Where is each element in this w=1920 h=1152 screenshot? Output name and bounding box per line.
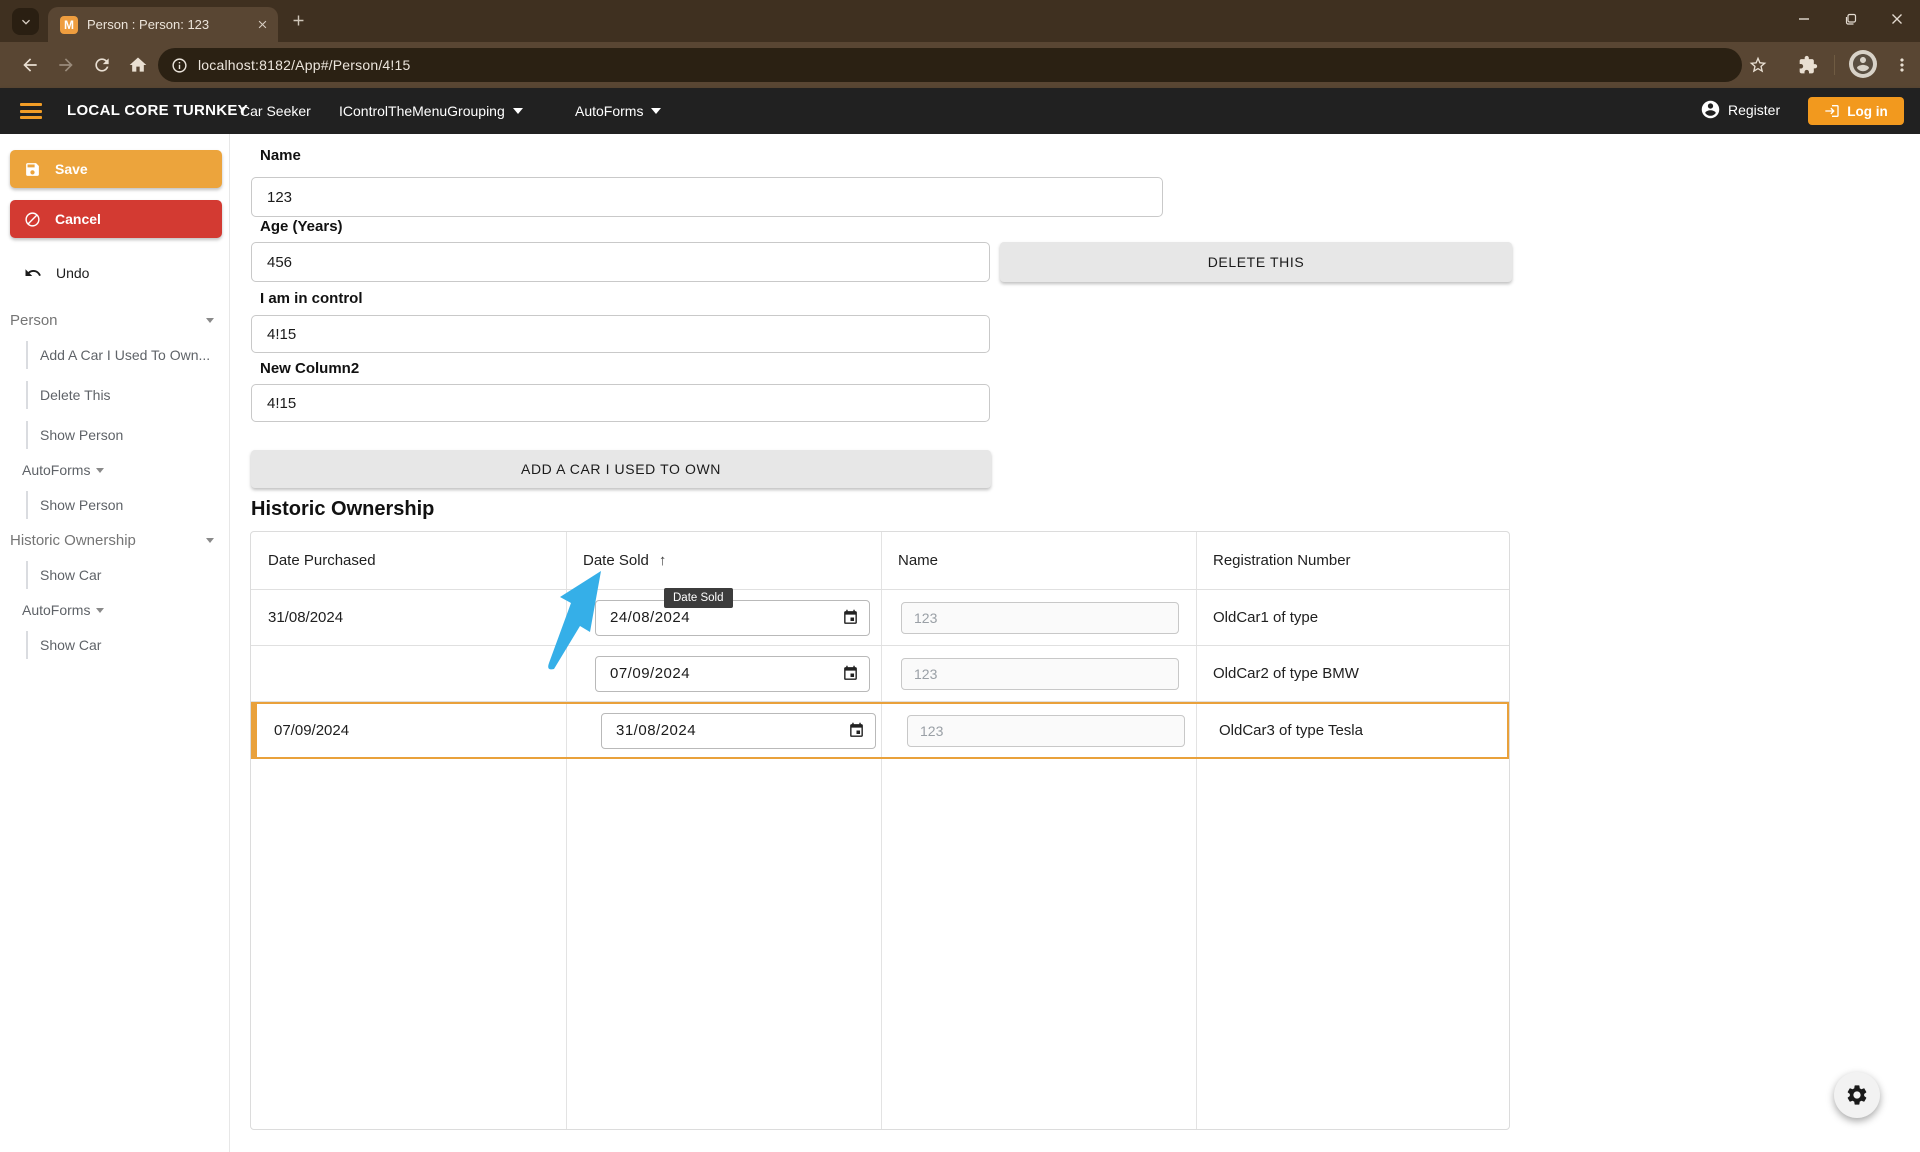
new-column2-label: New Column2 [260, 360, 359, 380]
undo-icon [24, 264, 42, 282]
collapse-caret-icon [206, 538, 214, 543]
toolbar-divider [1834, 55, 1835, 75]
header-date-purchased[interactable]: Date Purchased [251, 552, 566, 569]
delete-this-button[interactable]: DELETE THIS [1000, 242, 1512, 282]
save-button[interactable]: Save [10, 150, 222, 188]
browser-menu-icon[interactable] [1892, 55, 1912, 75]
sidebar-group-autoforms-1[interactable]: AutoForms [22, 456, 104, 484]
nav-item-autoforms[interactable]: AutoForms [575, 103, 661, 119]
cell-date-purchased: 07/09/2024 [257, 722, 572, 739]
tab-close-icon[interactable] [256, 18, 269, 31]
collapse-caret-icon [96, 468, 104, 473]
sidebar-section-person[interactable]: Person [10, 306, 222, 334]
window-maximize-button[interactable] [1836, 6, 1866, 32]
main-content: Name Age (Years) DELETE THIS I am in con… [230, 134, 1920, 1152]
historic-ownership-heading: Historic Ownership [251, 498, 434, 521]
name-cell-input[interactable] [907, 715, 1185, 747]
i-am-in-control-label: I am in control [260, 290, 363, 310]
nav-item-icontrolthemenugrouping[interactable]: IControlTheMenuGrouping [339, 103, 523, 119]
age-field[interactable] [251, 242, 990, 282]
cell-registration: OldCar3 of type Tesla [1202, 722, 1510, 739]
login-icon [1824, 103, 1840, 119]
table-row: OldCar2 of type BMW [251, 646, 1509, 702]
close-icon [1891, 13, 1903, 25]
table-row-selected: 07/09/2024 OldCar3 of type Tesla [251, 702, 1509, 759]
sidebar: Save Cancel Undo Person Add A Car I Used… [0, 134, 230, 1152]
undo-button[interactable]: Undo [10, 258, 222, 288]
name-cell-input[interactable] [901, 658, 1179, 690]
login-button[interactable]: Log in [1808, 97, 1904, 125]
cell-registration: OldCar1 of type [1196, 609, 1510, 626]
sidebar-group-autoforms-2[interactable]: AutoForms [22, 596, 104, 624]
date-sold-input[interactable] [601, 713, 876, 749]
browser-toolbar: localhost:8182/App#/Person/4!15 [0, 42, 1920, 88]
chevron-down-icon [18, 14, 34, 30]
tab-favicon: M [60, 16, 78, 34]
add-a-car-button[interactable]: ADD A CAR I USED TO OWN [251, 450, 991, 488]
name-label: Name [260, 147, 301, 167]
collapse-caret-icon [206, 318, 214, 323]
home-button[interactable] [128, 55, 148, 75]
header-registration-number[interactable]: Registration Number [1196, 552, 1510, 569]
forward-button[interactable] [56, 55, 76, 75]
account-icon [1700, 99, 1721, 120]
url-text: localhost:8182/App#/Person/4!15 [198, 57, 410, 73]
site-info-icon[interactable] [171, 57, 188, 74]
app-navbar: LOCAL CORE TURNKEY Car Seeker IControlTh… [0, 88, 1920, 134]
cancel-button[interactable]: Cancel [10, 200, 222, 238]
cell-registration: OldCar2 of type BMW [1196, 665, 1510, 682]
back-button[interactable] [20, 55, 40, 75]
header-name[interactable]: Name [881, 552, 1196, 569]
maximize-icon [1845, 13, 1857, 25]
window-minimize-button[interactable] [1789, 6, 1819, 32]
sidebar-item-show-car[interactable]: Show Car [26, 561, 216, 589]
profile-avatar[interactable] [1849, 50, 1877, 78]
sidebar-item-show-car-2[interactable]: Show Car [26, 631, 216, 659]
name-cell-input[interactable] [901, 602, 1179, 634]
browser-tab-strip: M Person : Person: 123 [0, 0, 1920, 42]
tab-title: Person : Person: 123 [87, 17, 237, 32]
address-bar[interactable]: localhost:8182/App#/Person/4!15 [158, 48, 1742, 82]
app-brand[interactable]: LOCAL CORE TURNKEY [67, 102, 248, 119]
window-close-button[interactable] [1882, 6, 1912, 32]
table-row: 31/08/2024 OldCar1 of type [251, 590, 1509, 646]
extensions-icon[interactable] [1798, 55, 1818, 75]
historic-ownership-table: Date Purchased Date Sold ↑ Name Registra… [250, 531, 1510, 1130]
reload-button[interactable] [92, 55, 112, 75]
save-icon [24, 161, 41, 178]
hamburger-menu-icon[interactable] [20, 103, 42, 119]
tab-search-button[interactable] [12, 8, 39, 35]
cell-date-purchased: 31/08/2024 [251, 609, 566, 626]
new-column2-field[interactable] [251, 384, 990, 422]
bookmark-star-icon[interactable] [1748, 55, 1768, 75]
new-tab-button[interactable] [290, 12, 307, 29]
settings-fab[interactable] [1834, 1072, 1880, 1118]
name-field[interactable] [251, 177, 1163, 217]
date-sold-tooltip: Date Sold [664, 588, 733, 608]
table-header-row: Date Purchased Date Sold ↑ Name Registra… [251, 532, 1509, 590]
sidebar-section-historic-ownership[interactable]: Historic Ownership [10, 526, 222, 554]
dropdown-caret-icon [651, 108, 661, 114]
sidebar-item-add-a-car[interactable]: Add A Car I Used To Own... [26, 341, 216, 369]
date-sold-input[interactable] [595, 656, 870, 692]
sidebar-item-show-person-2[interactable]: Show Person [26, 491, 216, 519]
nav-item-car-seeker[interactable]: Car Seeker [240, 103, 311, 119]
register-button[interactable]: Register [1700, 99, 1780, 120]
header-date-sold[interactable]: Date Sold ↑ [566, 552, 881, 569]
dropdown-caret-icon [513, 108, 523, 114]
browser-tab[interactable]: M Person : Person: 123 [48, 7, 278, 42]
gear-icon [1845, 1083, 1869, 1107]
minimize-icon [1798, 13, 1810, 25]
collapse-caret-icon [96, 608, 104, 613]
sidebar-item-show-person[interactable]: Show Person [26, 421, 216, 449]
sidebar-item-delete-this[interactable]: Delete This [26, 381, 216, 409]
i-am-in-control-field[interactable] [251, 315, 990, 353]
age-label: Age (Years) [260, 218, 343, 238]
plus-icon [290, 12, 307, 29]
sort-ascending-icon: ↑ [659, 552, 667, 569]
block-icon [24, 211, 41, 228]
